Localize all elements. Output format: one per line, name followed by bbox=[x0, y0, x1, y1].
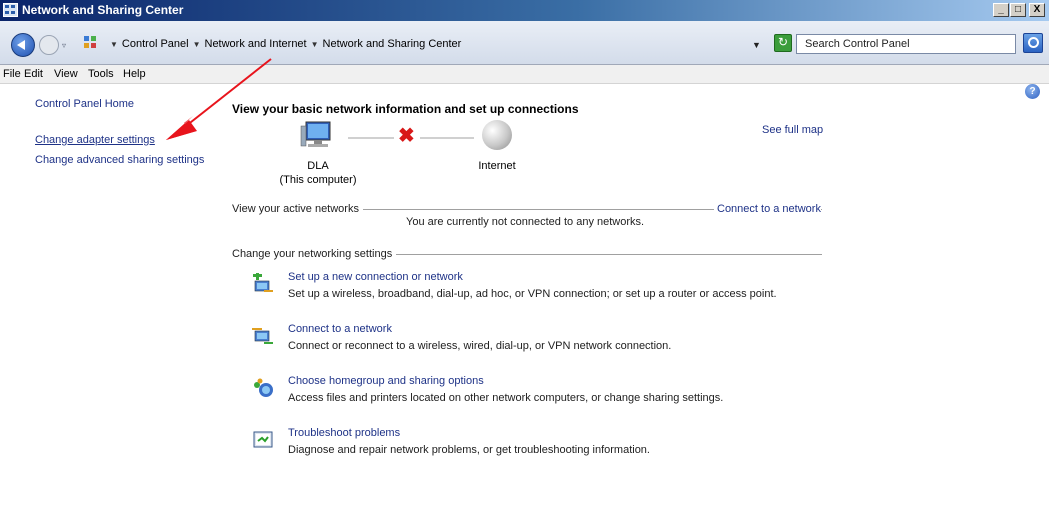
annotation-arrow bbox=[166, 58, 272, 140]
